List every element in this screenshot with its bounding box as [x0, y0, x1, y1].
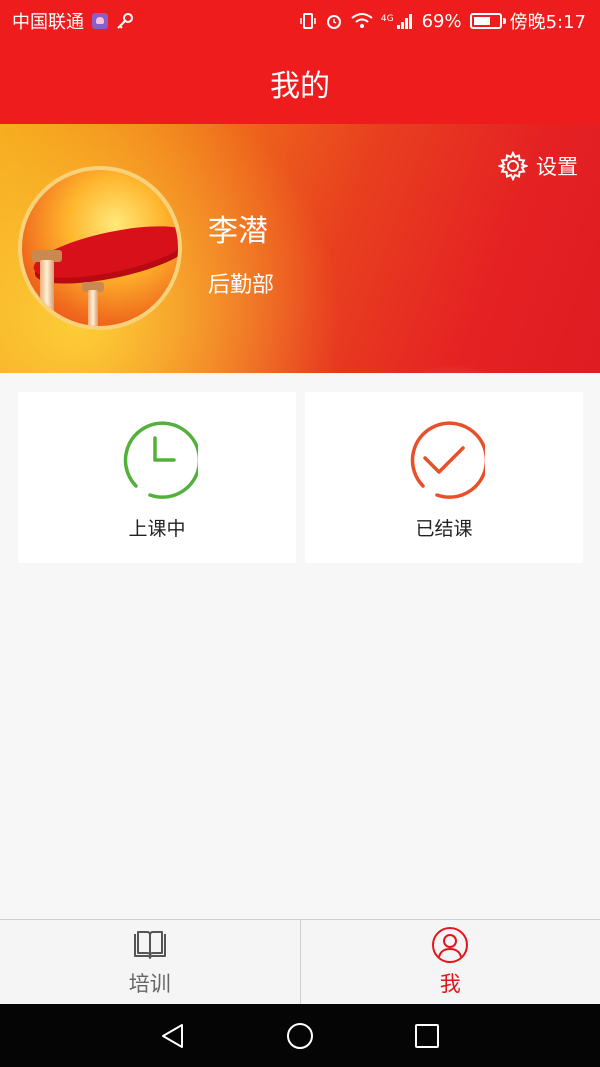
check-circle-icon	[410, 421, 485, 499]
tab-training[interactable]: 培训	[0, 920, 301, 1004]
status-bar-left: 中国联通	[12, 8, 134, 34]
back-icon[interactable]	[158, 1021, 188, 1051]
status-bar: 中国联通 4G 69% 傍晚5:17	[0, 0, 600, 42]
tab-training-label: 培训	[128, 972, 171, 996]
settings-label: 设置	[536, 155, 578, 179]
clock-time: 傍晚5:17	[509, 12, 586, 33]
status-bar-right: 4G 69% 傍晚5:17	[299, 8, 586, 34]
signal-icon	[396, 14, 412, 29]
user-icon	[432, 927, 469, 963]
page-title: 我的	[270, 69, 330, 104]
system-nav-bar	[0, 1004, 600, 1067]
tab-me[interactable]: 我	[301, 920, 600, 1004]
settings-button[interactable]: 设置	[498, 150, 578, 182]
profile-header: 李潜 后勤部 设置	[0, 124, 600, 373]
book-icon	[133, 931, 166, 959]
tab-me-label: 我	[439, 972, 461, 996]
alarm-icon	[326, 15, 341, 29]
notification-icon	[92, 13, 108, 29]
app-bar: 我的	[0, 42, 600, 124]
user-department: 后勤部	[208, 273, 275, 298]
avatar[interactable]	[18, 166, 182, 330]
clock-icon	[123, 421, 198, 499]
gear-icon	[498, 151, 528, 181]
in-class-label: 上课中	[128, 518, 186, 540]
network-type: 4G	[380, 14, 394, 24]
recents-icon[interactable]	[412, 1021, 442, 1051]
battery-percent: 69%	[421, 10, 462, 32]
key-icon	[117, 13, 133, 29]
completed-card[interactable]: 已结课	[305, 392, 583, 563]
in-class-card[interactable]: 上课中	[18, 392, 296, 563]
carrier-name: 中国联通	[12, 12, 84, 33]
home-icon[interactable]	[285, 1021, 315, 1051]
battery-icon	[469, 13, 506, 29]
bottom-nav: 培训 我	[0, 919, 600, 1004]
user-name: 李潜	[208, 214, 268, 249]
vibrate-icon	[300, 13, 316, 29]
wifi-icon	[351, 13, 373, 28]
completed-label: 已结课	[415, 518, 473, 540]
